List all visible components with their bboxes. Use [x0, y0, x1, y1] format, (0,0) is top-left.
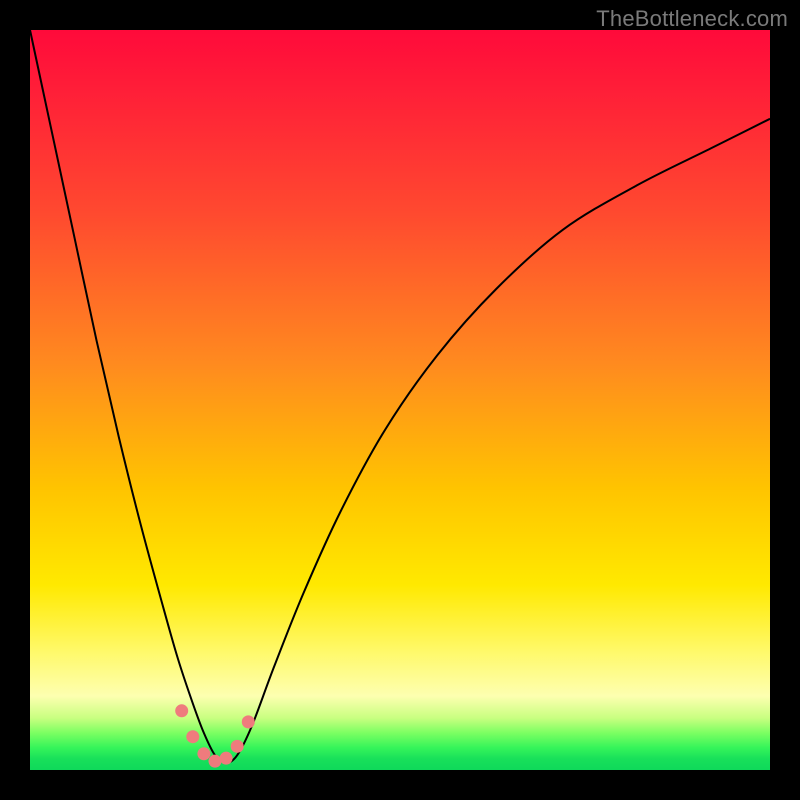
valley-marker: [186, 730, 199, 743]
watermark-text: TheBottleneck.com: [596, 6, 788, 32]
valley-marker: [209, 755, 222, 768]
valley-marker: [175, 704, 188, 717]
plot-area: [30, 30, 770, 770]
valley-markers: [175, 704, 255, 767]
valley-marker: [220, 752, 233, 765]
bottleneck-curve: [30, 30, 770, 763]
valley-marker: [231, 740, 244, 753]
chart-frame: TheBottleneck.com: [0, 0, 800, 800]
curve-svg: [30, 30, 770, 770]
valley-marker: [197, 747, 210, 760]
valley-marker: [242, 715, 255, 728]
